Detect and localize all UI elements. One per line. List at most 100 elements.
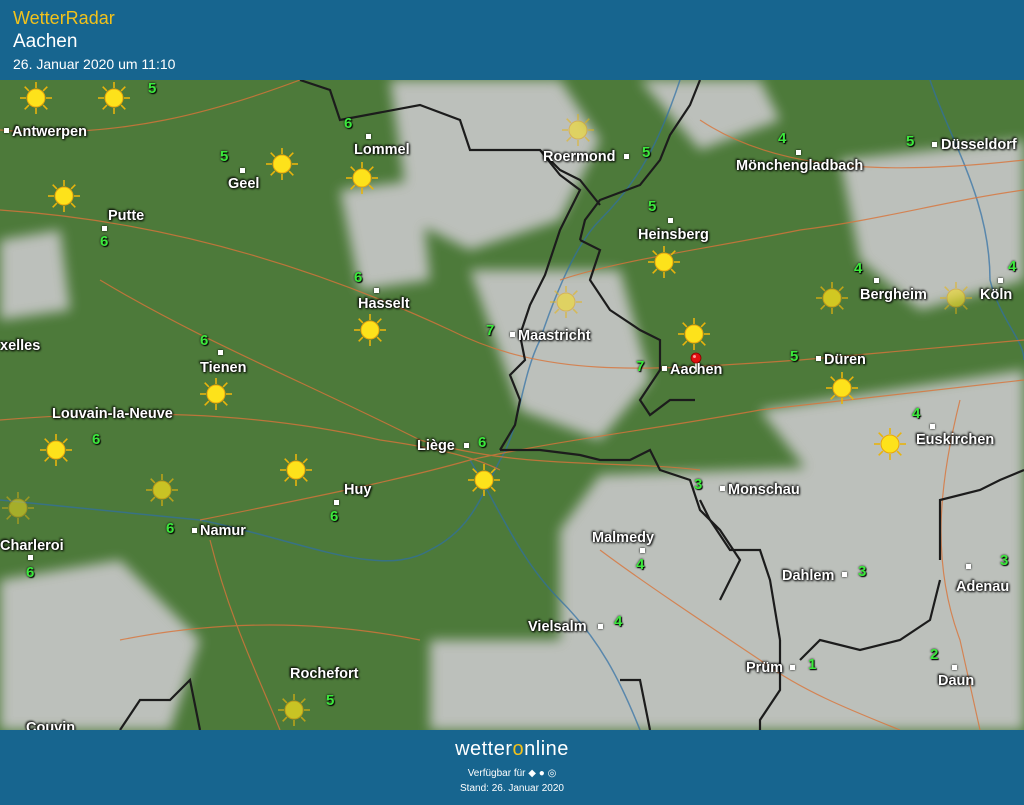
temperature-value: 6 xyxy=(26,564,35,581)
temperature-value: 5 xyxy=(642,144,651,161)
city-label-couvin: Couvin xyxy=(26,720,76,730)
temperature-value: 6 xyxy=(330,508,339,525)
city-dot xyxy=(334,500,339,505)
temperature-value: 2 xyxy=(930,646,939,663)
city-label-dahlem: Dahlem xyxy=(782,568,835,584)
sun-icon xyxy=(2,492,34,524)
city-label-prum: Prüm xyxy=(746,660,784,676)
sun-icon xyxy=(550,286,582,318)
temperature-value: 4 xyxy=(614,613,623,630)
city-label-heinsberg: Heinsberg xyxy=(638,227,709,243)
sun-icon xyxy=(48,180,80,212)
temperature-value: 6 xyxy=(344,115,353,132)
timestamp: 26. Januar 2020 um 11:10 xyxy=(13,56,176,72)
city-dot xyxy=(930,424,935,429)
city-label-putte: Putte xyxy=(108,208,145,224)
location-pin-icon[interactable] xyxy=(690,352,702,372)
temperature-value: 3 xyxy=(1000,552,1009,569)
app-header: WetterRadar Aachen 26. Januar 2020 um 11… xyxy=(0,0,1024,80)
city-dot xyxy=(720,486,725,491)
temperature-value: 6 xyxy=(166,520,175,537)
temperature-value: 4 xyxy=(778,130,787,147)
sun-icon xyxy=(816,282,848,314)
city-dot xyxy=(28,555,33,560)
sun-icon xyxy=(874,428,906,460)
city-name: Aachen xyxy=(13,31,78,52)
temperature-value: 4 xyxy=(636,556,645,573)
city-label-rochefort: Rochefort xyxy=(290,666,359,682)
temperature-value: 4 xyxy=(912,405,921,422)
city-dot xyxy=(366,134,371,139)
temperature-value: 3 xyxy=(858,563,867,580)
temperature-value: 5 xyxy=(906,133,915,150)
temperature-value: 3 xyxy=(694,476,703,493)
temperature-value: 7 xyxy=(636,358,645,375)
city-dot xyxy=(240,168,245,173)
temperature-value: 5 xyxy=(648,198,657,215)
city-label-bruxelles: xelles xyxy=(0,338,41,354)
platform-icons[interactable]: ◆ ● ◎ xyxy=(528,768,556,779)
temperature-value: 4 xyxy=(854,260,863,277)
temperature-value: 6 xyxy=(200,332,209,349)
app-title: WetterRadar xyxy=(13,8,115,28)
city-dot xyxy=(796,150,801,155)
city-label-namur: Namur xyxy=(200,523,246,539)
city-dot xyxy=(4,128,9,133)
city-dot xyxy=(192,528,197,533)
wetteronline-logo[interactable]: wetteronline xyxy=(0,738,1024,761)
city-label-huy: Huy xyxy=(344,482,372,498)
availability-text: Verfügbar für xyxy=(467,768,526,779)
city-dot xyxy=(374,288,379,293)
city-label-hasselt: Hasselt xyxy=(358,296,410,312)
sun-icon xyxy=(678,318,710,350)
app-footer: wetteronline Verfügbar für ◆ ● ◎ Stand: … xyxy=(0,730,1024,805)
city-label-malmedy: Malmedy xyxy=(592,530,655,546)
weather-map[interactable]: Antwerpen Lommel Geel Putte Roermond Mön… xyxy=(0,80,1024,730)
city-dot xyxy=(874,278,879,283)
sun-icon xyxy=(940,282,972,314)
availability-line: Verfügbar für ◆ ● ◎ xyxy=(0,768,1024,779)
temperature-value: 5 xyxy=(326,692,335,709)
city-label-duren: Düren xyxy=(824,352,866,368)
sun-icon xyxy=(266,148,298,180)
sun-icon xyxy=(20,82,52,114)
city-label-charleroi: Charleroi xyxy=(0,538,64,554)
city-label-liege: Liège xyxy=(417,438,455,454)
city-dot xyxy=(790,665,795,670)
map-background xyxy=(0,80,1024,730)
sun-icon xyxy=(468,464,500,496)
city-dot xyxy=(952,665,957,670)
sun-icon xyxy=(98,82,130,114)
city-label-vielsalm: Vielsalm xyxy=(528,619,587,635)
city-label-dusseldorf: Düsseldorf xyxy=(941,137,1017,153)
sun-icon xyxy=(146,474,178,506)
temperature-value: 6 xyxy=(354,269,363,286)
city-label-geel: Geel xyxy=(228,176,260,192)
sun-icon xyxy=(40,434,72,466)
sun-icon xyxy=(280,454,312,486)
city-dot xyxy=(640,548,645,553)
temperature-value: 7 xyxy=(486,322,495,339)
city-dot xyxy=(598,624,603,629)
temperature-value: 6 xyxy=(92,431,101,448)
city-dot xyxy=(624,154,629,159)
city-label-adenau: Adenau xyxy=(956,579,1010,595)
temperature-value: 5 xyxy=(220,148,229,165)
city-label-euskirchen: Euskirchen xyxy=(916,432,995,448)
city-label-louvain: Louvain-la-Neuve xyxy=(52,406,173,422)
temperature-value: 6 xyxy=(100,233,109,250)
temperature-value: 5 xyxy=(790,348,799,365)
city-label-daun: Daun xyxy=(938,673,975,689)
as-of-date: Stand: 26. Januar 2020 xyxy=(460,783,564,794)
sun-icon xyxy=(826,372,858,404)
city-label-bergheim: Bergheim xyxy=(860,287,927,303)
city-dot xyxy=(218,350,223,355)
sun-icon xyxy=(200,378,232,410)
city-dot xyxy=(932,142,937,147)
city-label-monchengladbach: Mönchengladbach xyxy=(736,158,864,174)
city-dot xyxy=(842,572,847,577)
city-dot xyxy=(998,278,1003,283)
city-label-monschau: Monschau xyxy=(728,482,800,498)
city-dot xyxy=(816,356,821,361)
city-label-koln: Köln xyxy=(980,287,1013,303)
